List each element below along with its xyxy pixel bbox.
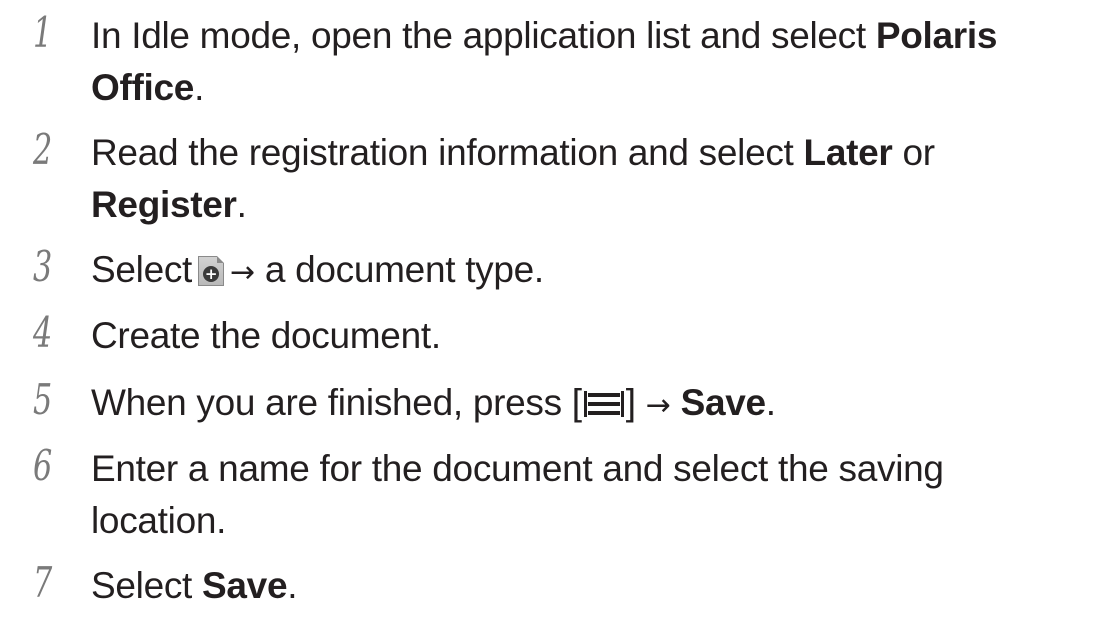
step-text-end: . bbox=[194, 67, 205, 108]
register-option-label: Register bbox=[91, 184, 237, 225]
step-number: 1 bbox=[33, 8, 53, 57]
arrow-icon: → bbox=[645, 388, 671, 423]
step-text-line: In Idle mode, open the application list … bbox=[91, 15, 876, 56]
step-text: When you are finished, press [] → Save. bbox=[91, 377, 1091, 432]
step-number: 5 bbox=[33, 375, 53, 424]
save-option-label: Save bbox=[202, 565, 288, 606]
save-option-label: Save bbox=[680, 382, 767, 423]
step-text: In Idle mode, open the application list … bbox=[91, 10, 1091, 114]
app-name-label: Office bbox=[91, 67, 195, 108]
step-text-end: . bbox=[287, 565, 298, 606]
step-text: Create the document. bbox=[91, 315, 441, 356]
step-text-rest: a document type. bbox=[254, 249, 544, 290]
step-text-end: . bbox=[765, 382, 776, 423]
app-name-label: Polaris bbox=[875, 15, 998, 56]
new-document-icon: + bbox=[198, 256, 225, 286]
step-number: 3 bbox=[33, 242, 53, 291]
step-number: 2 bbox=[33, 125, 53, 174]
step-text: Select Save. bbox=[91, 560, 1091, 612]
step-text: Read the registration information and se… bbox=[91, 127, 1091, 231]
step-text-or: or bbox=[892, 132, 935, 173]
bracket-close: ] bbox=[625, 382, 636, 423]
step-text-line: Enter a name for the document and select… bbox=[91, 448, 944, 489]
later-option-label: Later bbox=[803, 132, 893, 173]
plus-icon: + bbox=[203, 265, 220, 283]
step-text: Select + → a document type. bbox=[91, 244, 1091, 299]
step-number: 4 bbox=[33, 308, 53, 357]
step-text-line: When you are finished, press [ bbox=[91, 382, 582, 423]
step-text: Enter a name for the document and select… bbox=[91, 443, 1091, 547]
step-number: 6 bbox=[33, 441, 53, 490]
step-text-end: . bbox=[236, 184, 247, 225]
step-number: 7 bbox=[33, 558, 53, 607]
step-text-select: Select bbox=[91, 249, 193, 290]
menu-key-icon bbox=[582, 388, 626, 418]
step-text-select: Select bbox=[91, 565, 203, 606]
step-text-line: Read the registration information and se… bbox=[91, 132, 804, 173]
arrow-icon: → bbox=[230, 255, 255, 290]
instruction-steps: 1 In Idle mode, open the application lis… bbox=[0, 0, 1093, 643]
step-text-line: location. bbox=[91, 500, 227, 541]
